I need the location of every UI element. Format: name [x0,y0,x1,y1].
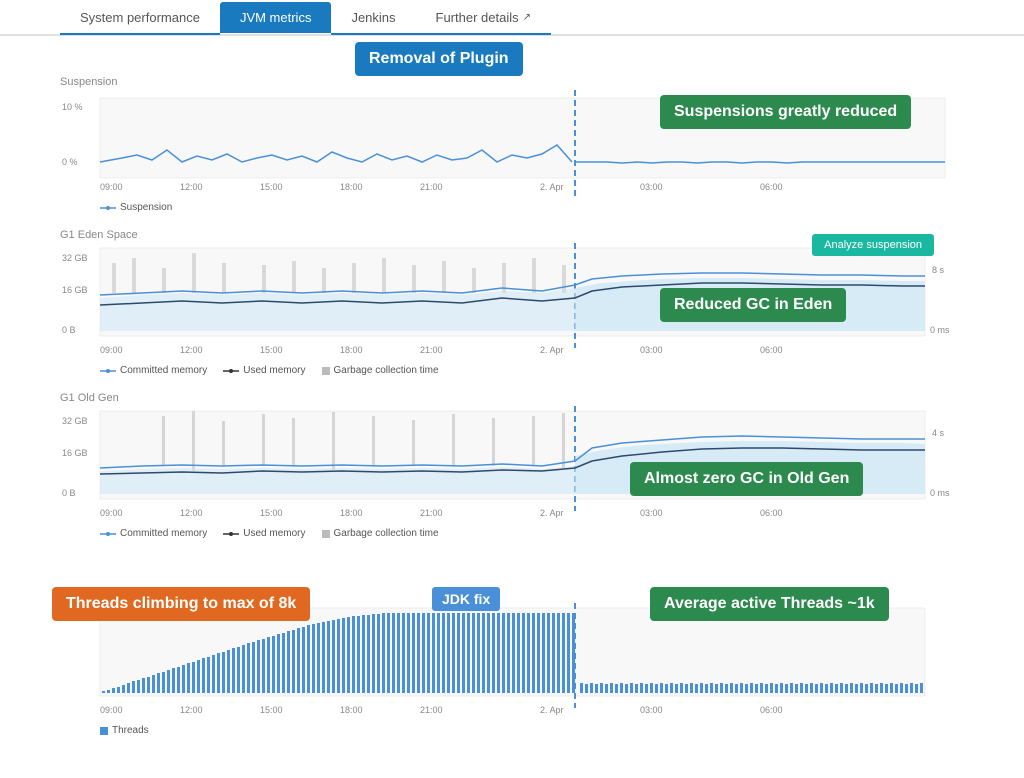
annotation-removal-of-plugin: Removal of Plugin [355,42,523,76]
svg-text:15:00: 15:00 [260,345,283,355]
svg-text:2. Apr: 2. Apr [540,508,564,518]
threads-chart: 10k /* bars generated below */ [60,603,964,723]
svg-text:0 %: 0 % [62,157,78,167]
svg-text:06:00: 06:00 [760,345,783,355]
svg-text:03:00: 03:00 [640,182,663,192]
svg-text:18:00: 18:00 [340,705,363,715]
svg-text:2. Apr: 2. Apr [540,345,564,355]
main-container: System performance JVM metrics Jenkins F… [0,0,1024,778]
svg-text:10 %: 10 % [62,102,83,112]
svg-text:06:00: 06:00 [760,182,783,192]
svg-text:4 s: 4 s [932,428,945,438]
svg-text:0 B: 0 B [62,488,76,498]
annotation-suspensions-reduced: Suspensions greatly reduced [660,95,911,129]
svg-text:09:00: 09:00 [100,345,123,355]
annotation-threads-climbing: Threads climbing to max of 8k [52,587,310,621]
svg-text:06:00: 06:00 [760,508,783,518]
svg-text:2. Apr: 2. Apr [540,705,564,715]
svg-text:16 GB: 16 GB [62,448,88,458]
gc-time-legend-2: Garbage collection time [322,528,439,539]
annotation-reduced-gc-eden: Reduced GC in Eden [660,288,846,322]
tab-jvm-metrics[interactable]: JVM metrics [220,2,332,33]
tab-system-performance[interactable]: System performance [60,2,220,33]
svg-text:32 GB: 32 GB [62,253,88,263]
g1-old-gen-label: G1 Old Gen [60,392,964,404]
svg-text:18:00: 18:00 [340,182,363,192]
suspension-label: Suspension [60,76,964,88]
svg-text:16 GB: 16 GB [62,285,88,295]
svg-text:8 s: 8 s [932,265,945,275]
svg-text:32 GB: 32 GB [62,416,88,426]
svg-text:12:00: 12:00 [180,182,203,192]
svg-text:21:00: 21:00 [420,345,443,355]
svg-text:0 B: 0 B [62,325,76,335]
committed-memory-legend: Committed memory [100,365,207,376]
svg-text:18:00: 18:00 [340,345,363,355]
svg-text:15:00: 15:00 [260,705,283,715]
svg-text:15:00: 15:00 [260,508,283,518]
svg-text:09:00: 09:00 [100,182,123,192]
used-memory-legend-2: Used memory [223,528,305,539]
svg-text:03:00: 03:00 [640,508,663,518]
analyze-suspension-button[interactable]: Analyze suspension [812,234,934,256]
svg-text:21:00: 21:00 [420,705,443,715]
g1-eden-legend: Committed memory Used memory Garbage col… [100,365,964,376]
tab-jenkins[interactable]: Jenkins [331,2,415,33]
svg-text:03:00: 03:00 [640,705,663,715]
tab-bar: System performance JVM metrics Jenkins F… [0,0,1024,36]
svg-text:21:00: 21:00 [420,182,443,192]
svg-text:0 ms: 0 ms [930,488,950,498]
threads-legend: Threads [100,725,964,736]
svg-text:09:00: 09:00 [100,508,123,518]
threads-legend-item: Threads [100,725,149,736]
g1-old-gen-legend: Committed memory Used memory Garbage col… [100,528,964,539]
external-link-icon: ↗ [523,12,531,23]
committed-memory-legend-2: Committed memory [100,528,207,539]
used-memory-legend: Used memory [223,365,305,376]
suspension-legend: Suspension [100,202,964,213]
gc-time-legend: Garbage collection time [322,365,439,376]
svg-text:03:00: 03:00 [640,345,663,355]
annotation-jdk-fix: JDK fix [432,587,500,611]
svg-text:12:00: 12:00 [180,705,203,715]
svg-text:12:00: 12:00 [180,508,203,518]
svg-text:21:00: 21:00 [420,508,443,518]
svg-text:15:00: 15:00 [260,182,283,192]
svg-text:2. Apr: 2. Apr [540,182,564,192]
charts-area: Suspension 10 % 0 % 09:00 12:00 15:00 [0,76,1024,736]
svg-text:09:00: 09:00 [100,705,123,715]
annotation-almost-zero-gc: Almost zero GC in Old Gen [630,462,863,496]
annotation-average-threads: Average active Threads ~1k [650,587,889,621]
suspension-legend-item: Suspension [100,202,172,213]
svg-text:18:00: 18:00 [340,508,363,518]
svg-text:06:00: 06:00 [760,705,783,715]
tab-further-details[interactable]: Further details ↗ [416,2,551,33]
svg-text:0 ms: 0 ms [930,325,950,335]
svg-text:12:00: 12:00 [180,345,203,355]
